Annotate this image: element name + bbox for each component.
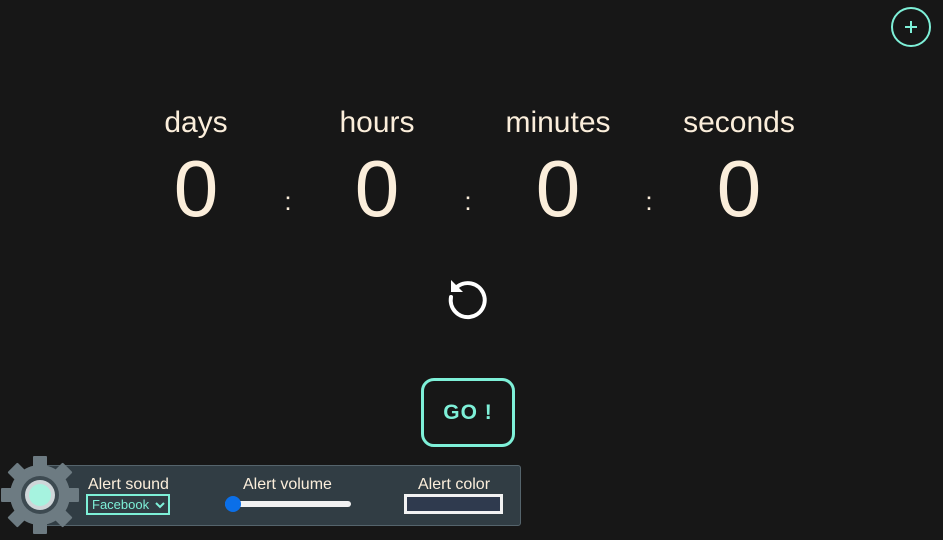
add-timer-button[interactable] (891, 7, 931, 47)
days-label: days (164, 106, 228, 139)
alert-sound-select[interactable]: Facebook (86, 494, 170, 515)
reset-icon (448, 280, 487, 320)
gear-icon (1, 456, 79, 534)
go-button[interactable]: GO ! (421, 378, 515, 447)
alert-color-swatch (407, 497, 500, 511)
alert-color-picker[interactable] (404, 494, 503, 514)
minutes-value[interactable]: 0 (468, 142, 648, 236)
settings-toggle-button[interactable] (0, 455, 80, 535)
time-separator: : (464, 186, 472, 216)
alert-volume-slider[interactable] (223, 496, 351, 512)
chevron-down-icon (155, 501, 165, 509)
reset-button[interactable] (444, 273, 492, 321)
volume-track (225, 501, 351, 507)
hours-label: hours (339, 106, 415, 139)
time-separator: : (645, 186, 653, 216)
alert-color-label: Alert color (418, 476, 491, 493)
alert-sound-label: Alert sound (88, 476, 169, 493)
hours-value[interactable]: 0 (287, 142, 467, 236)
minutes-label: minutes (505, 106, 611, 139)
seconds-value[interactable]: 0 (649, 142, 829, 236)
alert-volume-label: Alert volume (243, 476, 332, 493)
volume-thumb[interactable] (225, 496, 241, 512)
days-value[interactable]: 0 (106, 142, 286, 236)
countdown-page: days hours minutes seconds 0 0 0 0 : : :… (0, 0, 943, 540)
plus-icon (905, 21, 917, 33)
alert-sound-value: Facebook (92, 497, 150, 512)
time-separator: : (284, 186, 292, 216)
seconds-label: seconds (683, 106, 795, 139)
